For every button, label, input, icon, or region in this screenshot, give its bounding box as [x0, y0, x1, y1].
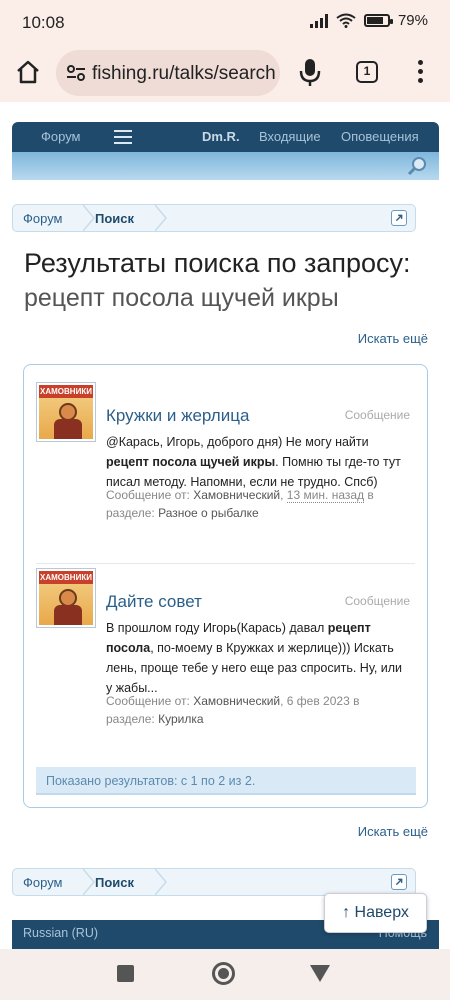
home-button-icon[interactable]	[212, 962, 235, 985]
web-page: Форум Dm.R. Входящие Оповещения Форум По…	[0, 102, 450, 949]
search-results: ХАМОВНИКИ Кружки и жерлица Сообщение @Ка…	[23, 364, 428, 808]
clock: 10:08	[22, 13, 65, 32]
battery-icon	[363, 14, 393, 27]
tab-switcher-button[interactable]: 1	[356, 61, 378, 83]
menu-icon[interactable]	[114, 130, 132, 144]
external-link-icon[interactable]	[391, 874, 407, 890]
cell-signal-icon	[309, 13, 328, 28]
search-more-link[interactable]: Искать ещё	[358, 331, 428, 346]
search-icon[interactable]	[407, 156, 427, 176]
sub-nav-bar	[12, 152, 439, 180]
breadcrumb-forum[interactable]: Форум	[23, 211, 63, 226]
author-link[interactable]: Хамовнический	[193, 694, 280, 708]
breadcrumb-separator	[155, 869, 167, 895]
breadcrumb-separator	[155, 205, 167, 231]
status-icons: 79%	[309, 12, 428, 29]
result-snippet[interactable]: В прошлом году Игорь(Карась) давал рецеп…	[106, 618, 406, 698]
browser-menu-icon[interactable]	[418, 60, 424, 84]
breadcrumb-forum[interactable]: Форум	[23, 875, 63, 890]
back-to-top-button[interactable]: ↑ Наверх	[324, 893, 427, 933]
result-title-link[interactable]: Кружки и жерлица	[106, 406, 249, 426]
breadcrumb: Форум Поиск	[12, 204, 416, 232]
forum-header: Форум Dm.R. Входящие Оповещения	[12, 122, 439, 180]
breadcrumb-search[interactable]: Поиск	[95, 211, 134, 226]
microphone-icon[interactable]	[299, 57, 321, 87]
author-link[interactable]: Хамовнический	[193, 488, 280, 502]
site-settings-icon[interactable]	[66, 63, 86, 83]
section-link[interactable]: Курилка	[158, 712, 203, 726]
nav-forum-link[interactable]: Форум	[41, 129, 81, 144]
breadcrumb-separator	[83, 205, 95, 231]
result-time: 6 фев 2023	[286, 694, 350, 708]
nav-inbox-link[interactable]: Входящие	[259, 129, 321, 144]
home-icon[interactable]	[14, 58, 42, 86]
breadcrumb-bottom: Форум Поиск	[12, 868, 416, 896]
breadcrumb-separator	[83, 869, 95, 895]
back-icon[interactable]	[310, 965, 330, 982]
page-title: Результаты поиска по запросу:	[24, 248, 411, 278]
search-more-link-bottom[interactable]: Искать ещё	[358, 824, 428, 839]
result-divider	[36, 563, 415, 564]
result-meta: Сообщение от: Хамовнический, 6 фев 2023 …	[106, 694, 360, 726]
results-count: Показано результатов: с 1 по 2 из 2.	[36, 767, 416, 795]
result-title-link[interactable]: Дайте совет	[106, 592, 202, 612]
search-query: рецепт посола щучей икры	[24, 284, 339, 312]
result-time: 13 мин. назад	[286, 488, 365, 503]
nav-user-link[interactable]: Dm.R.	[202, 129, 240, 144]
section-link[interactable]: Разное о рыбалке	[158, 506, 259, 520]
system-nav-bar	[0, 949, 450, 1000]
browser-toolbar: fishing.ru/talks/search 1	[0, 44, 450, 102]
result-type: Сообщение	[344, 594, 410, 608]
address-bar[interactable]: fishing.ru/talks/search	[56, 50, 280, 96]
avatar[interactable]: ХАМОВНИКИ	[36, 382, 96, 442]
recents-icon[interactable]	[117, 965, 134, 982]
nav-alerts-link[interactable]: Оповещения	[341, 129, 419, 144]
breadcrumb-search[interactable]: Поиск	[95, 875, 134, 890]
external-link-icon[interactable]	[391, 210, 407, 226]
result-type: Сообщение	[344, 408, 410, 422]
url-text[interactable]: fishing.ru/talks/search	[92, 63, 276, 85]
avatar[interactable]: ХАМОВНИКИ	[36, 568, 96, 628]
result-snippet[interactable]: @Карась, Игорь, доброго дня) Не могу най…	[106, 432, 406, 492]
result-meta: Сообщение от: Хамовнический, 13 мин. наз…	[106, 488, 374, 520]
battery-percent: 79%	[397, 12, 428, 29]
wifi-icon	[336, 13, 356, 28]
status-bar: 10:08 79%	[0, 0, 450, 44]
language-selector[interactable]: Russian (RU)	[23, 926, 98, 940]
top-nav: Форум Dm.R. Входящие Оповещения	[12, 122, 439, 152]
